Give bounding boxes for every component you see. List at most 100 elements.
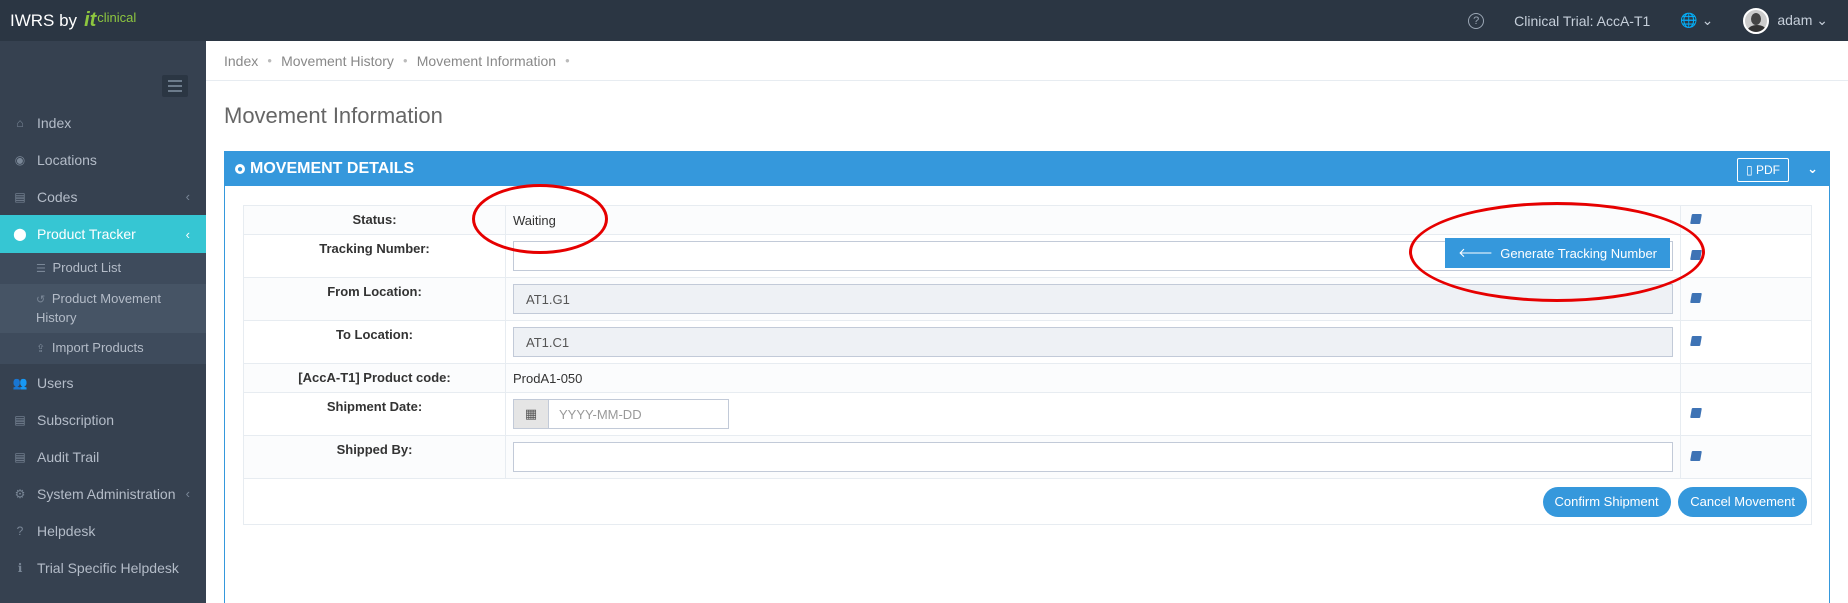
table-row: Confirm Shipment Cancel Movement <box>243 478 1812 525</box>
sidebar-item-subscription[interactable]: ▤ Subscription <box>0 401 206 438</box>
product-code-value: ProdA1-050 <box>505 363 1681 393</box>
breadcrumb-separator-icon: ● <box>565 56 570 65</box>
audit-book-icon[interactable] <box>1690 451 1702 461</box>
arrow-left-icon: 🡐 <box>1458 245 1501 260</box>
sidebar-item-product-tracker[interactable]: ⬤ Product Tracker ‹ <box>0 215 206 253</box>
sidebar-item-label: Users <box>37 374 74 391</box>
status-value: Waiting <box>505 205 1681 235</box>
confirm-shipment-button[interactable]: Confirm Shipment <box>1542 486 1671 517</box>
product-code-label: [AccA-T1] Product code: <box>243 363 506 393</box>
sidebar-item-label: Product Movement History <box>36 291 161 325</box>
to-location-field: AT1.C1 <box>513 327 1673 357</box>
users-icon: 👥 <box>12 375 28 390</box>
audit-book-icon[interactable] <box>1690 250 1702 260</box>
generate-tracking-number-button[interactable]: 🡐 Generate Tracking Number <box>1445 238 1670 268</box>
sidebar-item-codes[interactable]: ▤ Codes ‹ <box>0 178 206 215</box>
table-row: Tracking Number: 🡐 Generate Tracking Num… <box>243 234 1812 278</box>
map-pin-icon: ⬤ <box>13 227 27 241</box>
globe-icon: ◉ <box>14 152 26 167</box>
home-icon: ⌂ <box>16 115 24 130</box>
from-location-label: From Location: <box>243 277 506 321</box>
table-row: To Location: AT1.C1 <box>243 320 1812 364</box>
breadcrumb-separator-icon: ● <box>267 56 273 65</box>
sidebar-item-system-administration[interactable]: ⚙ System Administration ‹ <box>0 475 206 512</box>
globe-icon: ● <box>235 163 245 175</box>
audit-book-icon[interactable] <box>1690 214 1702 224</box>
sidebar-item-label: Import Products <box>51 340 144 355</box>
from-location-field: AT1.G1 <box>513 284 1673 314</box>
panel-header: ● MOVEMENT DETAILS ▯ PDF ⌄ <box>225 152 1829 186</box>
sidebar-item-index[interactable]: ⌂ Index <box>0 104 206 141</box>
sidebar-item-label: Index <box>37 114 72 131</box>
top-bar: IWRS by it clinical ? Clinical Trial: Ac… <box>0 0 1848 41</box>
sidebar-item-helpdesk[interactable]: ? Helpdesk <box>0 512 206 549</box>
sidebar-item-trial-specific-helpdesk[interactable]: ℹ Trial Specific Helpdesk <box>0 549 206 586</box>
chevron-down-icon: ‹ <box>185 226 190 242</box>
panel-title: MOVEMENT DETAILS <box>250 160 415 177</box>
audit-book-icon[interactable] <box>1690 293 1702 303</box>
breadcrumb-index[interactable]: Index <box>224 53 258 69</box>
sidebar-item-users[interactable]: 👥 Users <box>0 364 206 401</box>
list-icon: ▤ <box>14 189 26 204</box>
user-avatar[interactable] <box>1743 7 1770 34</box>
chevron-left-icon: ‹ <box>185 486 190 501</box>
main-content: Index ● Movement History ● Movement Info… <box>206 41 1848 603</box>
breadcrumb-separator-icon: ● <box>402 56 408 65</box>
upload-icon: ⇪ <box>36 343 46 355</box>
movement-details-table: Status: Waiting Tracking Number: 🡐 Gener… <box>243 205 1812 525</box>
product-tracker-submenu: ☰ Product List ↺ Product Movement Histor… <box>0 253 206 364</box>
sidebar-toggle-icon[interactable] <box>162 75 188 97</box>
status-label: Status: <box>243 205 506 235</box>
generate-label: Generate Tracking Number <box>1500 245 1657 261</box>
to-location-label: To Location: <box>243 320 506 364</box>
audit-book-icon[interactable] <box>1690 336 1702 346</box>
book-icon: ▤ <box>14 449 26 464</box>
file-pdf-icon: ▯ <box>1746 163 1756 177</box>
tracking-number-label: Tracking Number: <box>243 234 506 278</box>
collapse-chevron-icon[interactable]: ⌄ <box>1807 161 1818 177</box>
cancel-movement-button[interactable]: Cancel Movement <box>1678 486 1807 517</box>
help-icon[interactable]: ? <box>1468 12 1485 29</box>
sidebar-item-label: Product List <box>52 260 122 275</box>
sidebar-subitem-import-products[interactable]: ⇪ Import Products <box>0 333 206 364</box>
sidebar-item-label: System Administration <box>37 485 176 502</box>
shipped-by-input[interactable] <box>513 442 1673 472</box>
breadcrumb: Index ● Movement History ● Movement Info… <box>206 41 1848 81</box>
breadcrumb-movement-history[interactable]: Movement History <box>281 53 394 69</box>
sidebar-subitem-product-movement-history[interactable]: ↺ Product Movement History <box>0 284 206 333</box>
sidebar-item-label: Trial Specific Helpdesk <box>37 559 179 576</box>
sidebar-item-label: Product Tracker <box>37 226 136 242</box>
gears-icon: ⚙ <box>14 486 26 501</box>
pdf-label: PDF <box>1756 163 1780 177</box>
brand-name: IWRS by <box>10 10 78 30</box>
sidebar-item-label: Helpdesk <box>37 522 96 539</box>
sidebar-subitem-product-list[interactable]: ☰ Product List <box>0 253 206 284</box>
shipped-by-label: Shipped By: <box>243 435 506 479</box>
sidebar-item-label: Subscription <box>37 411 115 428</box>
info-icon: ℹ <box>17 560 23 575</box>
language-globe-icon[interactable]: 🌐 ⌄ <box>1680 12 1713 29</box>
newspaper-icon: ▤ <box>14 412 26 427</box>
shipment-date-label: Shipment Date: <box>243 392 506 436</box>
table-row: Status: Waiting <box>243 205 1812 235</box>
audit-book-icon[interactable] <box>1690 408 1702 418</box>
list-icon: ☰ <box>36 263 46 275</box>
brand-logo[interactable]: IWRS by it clinical <box>0 9 206 32</box>
calendar-icon[interactable]: ▦ <box>513 399 549 429</box>
sidebar: ⌂ Index ◉ Locations ▤ Codes ‹ ⬤ Product … <box>0 41 206 603</box>
sidebar-item-audit-trail[interactable]: ▤ Audit Trail <box>0 438 206 475</box>
clinical-trial-selector[interactable]: Clinical Trial: AccA-T1 <box>1514 13 1650 29</box>
breadcrumb-movement-information[interactable]: Movement Information <box>417 53 556 69</box>
sidebar-item-label: Audit Trail <box>37 448 100 465</box>
question-icon: ? <box>16 523 24 538</box>
sidebar-item-label: Codes <box>37 188 78 205</box>
logo-it: it <box>84 9 97 31</box>
table-row: Shipped By: <box>243 435 1812 479</box>
shipment-date-input[interactable]: YYYY-MM-DD <box>549 399 729 429</box>
chevron-left-icon: ‹ <box>185 189 190 204</box>
user-menu[interactable]: adam ⌄ <box>1777 12 1828 29</box>
sidebar-item-locations[interactable]: ◉ Locations <box>0 141 206 178</box>
logo-clinical: clinical <box>97 10 137 25</box>
table-row: From Location: AT1.G1 <box>243 277 1812 321</box>
pdf-button[interactable]: ▯ PDF <box>1737 158 1789 182</box>
